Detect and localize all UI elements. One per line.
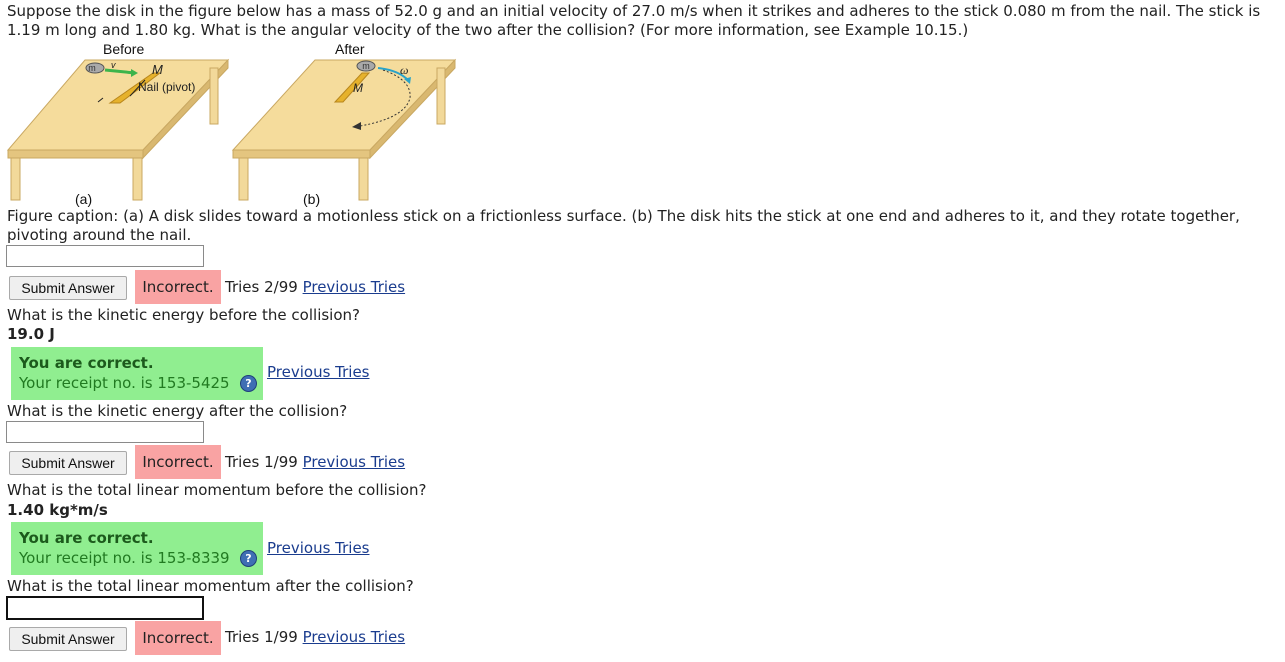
question-ke-after: What is the kinetic energy after the col… — [7, 402, 348, 420]
receipt-2: Your receipt no. is 153-8339 — [19, 549, 230, 567]
tries-count-1: Tries 2/99 — [225, 278, 298, 296]
figure-caption-line-1: Figure caption: (a) A disk slides toward… — [7, 207, 1240, 225]
correct-box-1: You are correct. Your receipt no. is 153… — [11, 347, 263, 400]
previous-tries-link-2[interactable]: Previous Tries — [267, 363, 370, 381]
panel-b-label: (b) — [303, 191, 321, 207]
omega-label: ω — [400, 63, 408, 77]
angular-velocity-input[interactable] — [6, 245, 204, 267]
receipt-1: Your receipt no. is 153-5425 — [19, 374, 230, 392]
previous-tries-link-1[interactable]: Previous Tries — [303, 278, 406, 296]
incorrect-badge-1: Incorrect. — [135, 270, 221, 304]
incorrect-badge-3: Incorrect. — [135, 621, 221, 655]
submit-answer-button-3[interactable]: Submit Answer — [9, 627, 127, 651]
stick-M-label-a: M — [152, 62, 163, 77]
tries-status-3: Tries 1/99 Previous Tries — [225, 628, 405, 646]
mass-m-label-b: m — [362, 61, 370, 71]
incorrect-badge-2: Incorrect. — [135, 445, 221, 479]
question-momentum-before: What is the total linear momentum before… — [7, 481, 427, 499]
answer-momentum-before: 1.40 kg*m/s — [7, 501, 108, 519]
question-ke-before: What is the kinetic energy before the co… — [7, 306, 360, 324]
answer-ke-before: 19.0 J — [7, 325, 55, 343]
figure-caption-line-2: pivoting around the nail. — [7, 226, 192, 244]
panel-a-label: (a) — [75, 191, 93, 207]
problem-text-line-2: 1.19 m long and 1.80 kg. What is the ang… — [7, 21, 969, 39]
help-icon[interactable]: ? — [240, 550, 257, 567]
problem-text-line-1: Suppose the disk in the figure below has… — [7, 2, 1261, 20]
nail-pivot-label: Nail (pivot) — [138, 80, 195, 94]
correct-label-2: You are correct. — [19, 529, 154, 547]
figure: Before After m v M Nail (pivot) m M ω (a… — [0, 40, 480, 210]
question-momentum-after: What is the total linear momentum after … — [7, 577, 414, 595]
momentum-after-input[interactable] — [6, 596, 204, 620]
previous-tries-link-4[interactable]: Previous Tries — [267, 539, 370, 557]
help-icon[interactable]: ? — [240, 375, 257, 392]
correct-label-1: You are correct. — [19, 354, 154, 372]
figure-illustration: m v M Nail (pivot) m M ω — [6, 58, 457, 201]
correct-box-2: You are correct. Your receipt no. is 153… — [11, 522, 263, 575]
velocity-v-label: v — [111, 60, 116, 70]
tries-count-3: Tries 1/99 — [225, 628, 298, 646]
mass-m-label-a: m — [88, 63, 96, 73]
previous-tries-link-5[interactable]: Previous Tries — [303, 628, 406, 646]
tries-status-2: Tries 1/99 Previous Tries — [225, 453, 405, 471]
submit-answer-button-1[interactable]: Submit Answer — [9, 276, 127, 300]
tries-status-1: Tries 2/99 Previous Tries — [225, 278, 405, 296]
table-b — [231, 58, 457, 201]
ke-after-input[interactable] — [6, 421, 204, 443]
previous-tries-link-3[interactable]: Previous Tries — [303, 453, 406, 471]
stick-M-label-b: M — [353, 81, 363, 95]
submit-answer-button-2[interactable]: Submit Answer — [9, 451, 127, 475]
tries-count-2: Tries 1/99 — [225, 453, 298, 471]
